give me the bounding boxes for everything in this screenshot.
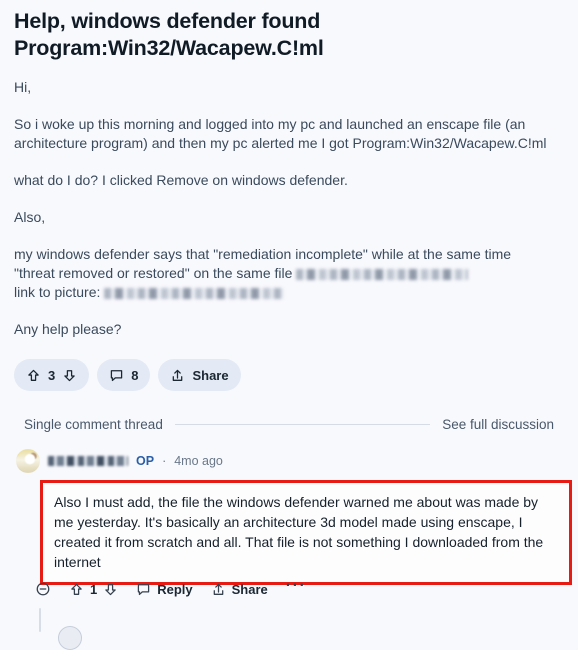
post-page: Help, windows defender found Program:Win… xyxy=(0,0,578,650)
post-paragraph-1: So i woke up this morning and logged int… xyxy=(14,116,547,151)
post-line-picture-text: link to picture: xyxy=(14,284,105,300)
comment-vote-count: 1 xyxy=(90,581,98,597)
post-line-picture-link: link to picture: xyxy=(14,283,564,302)
avatar-image xyxy=(16,449,40,473)
post-paragraph-4: my windows defender says that "remediati… xyxy=(14,245,564,302)
upvote-arrow-icon[interactable] xyxy=(69,582,84,597)
post-paragraph-5: Any help please? xyxy=(14,321,122,337)
comment-header: OP · 4mo ago xyxy=(14,449,564,473)
see-full-discussion-link[interactable]: See full discussion xyxy=(442,417,554,432)
post-line-threat-text: "threat removed or restored" on the same… xyxy=(14,265,297,281)
post-paragraph-greeting: Hi, xyxy=(14,79,32,95)
comment-body-text: Also I must add, the file the windows de… xyxy=(54,494,544,570)
collapse-minus-circle-icon xyxy=(35,581,51,597)
comment-timestamp: 4mo ago xyxy=(174,454,223,468)
comment-bubble-icon xyxy=(109,368,124,383)
comment-upvote-button[interactable]: 1 xyxy=(62,576,125,602)
comment-action-bar: 1 Reply Share ··· xyxy=(28,576,313,602)
next-comment-avatar[interactable] xyxy=(58,626,82,650)
divider-line xyxy=(174,424,431,425)
redacted-picture-url xyxy=(104,288,285,299)
comment: OP · 4mo ago Also I must add, the file t… xyxy=(14,449,572,650)
upvote-arrow-icon[interactable] xyxy=(26,368,41,383)
post-action-bar: 3 8 Share xyxy=(14,359,564,391)
status-badge[interactable]: OP xyxy=(136,454,154,468)
avatar[interactable] xyxy=(16,449,40,473)
reply-bubble-icon xyxy=(136,582,151,597)
post-comment-count: 8 xyxy=(131,367,139,383)
more-options-button[interactable]: ··· xyxy=(279,576,313,602)
downvote-arrow-icon[interactable] xyxy=(62,368,77,383)
page-title: Help, windows defender found Program:Win… xyxy=(14,9,324,60)
reply-button[interactable]: Reply xyxy=(129,576,199,602)
post-comments-pill[interactable]: 8 xyxy=(97,359,151,391)
thread-connector-line xyxy=(39,608,41,632)
redacted-filename xyxy=(296,269,469,280)
comment-share-label: Share xyxy=(231,581,268,597)
post-vote-count: 3 xyxy=(48,367,56,383)
meta-separator: · xyxy=(162,454,167,468)
thread-divider: Single comment thread See full discussio… xyxy=(14,417,564,432)
highlighted-comment-box: Also I must add, the file the windows de… xyxy=(40,480,572,585)
reply-label: Reply xyxy=(157,581,193,597)
post-paragraph-3: Also, xyxy=(14,209,46,225)
post-share-label: Share xyxy=(192,367,229,383)
collapse-thread-button[interactable] xyxy=(28,576,58,602)
post-line-threat: "threat removed or restored" on the same… xyxy=(14,264,564,283)
downvote-arrow-icon[interactable] xyxy=(103,582,118,597)
share-arrow-icon xyxy=(170,368,185,383)
post-paragraph-2: what do I do? I clicked Remove on window… xyxy=(14,172,348,188)
more-dots-icon: ··· xyxy=(285,577,307,594)
post-line-remediation: my windows defender says that "remediati… xyxy=(14,246,512,262)
redacted-username[interactable] xyxy=(48,456,128,466)
post-vote-pill[interactable]: 3 xyxy=(14,359,90,391)
comment-share-button[interactable]: Share xyxy=(204,576,275,602)
post-share-pill[interactable]: Share xyxy=(158,359,241,391)
post-body: Hi, So i woke up this morning and logged… xyxy=(14,78,564,339)
share-arrow-icon xyxy=(211,582,226,597)
single-comment-thread-label[interactable]: Single comment thread xyxy=(24,417,163,432)
